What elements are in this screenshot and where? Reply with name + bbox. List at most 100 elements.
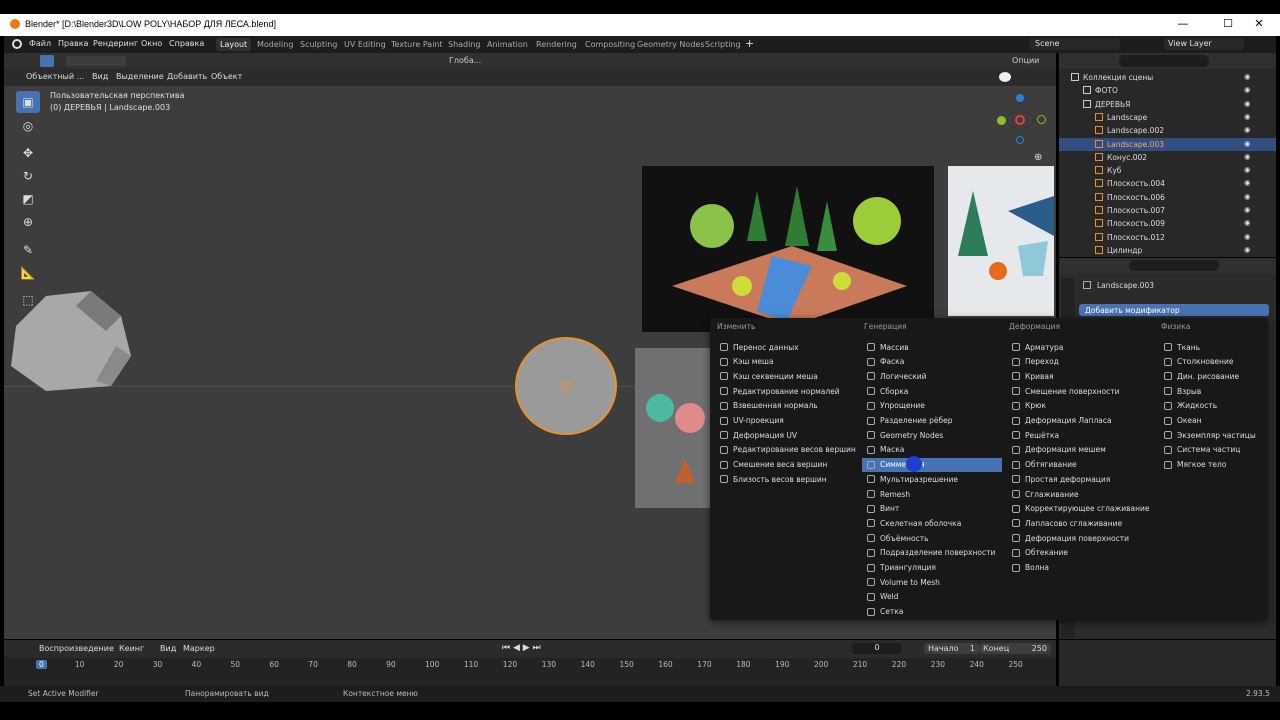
tab-layout[interactable]: Layout (216, 38, 252, 51)
modifier-menu-item[interactable]: Кэш секвенции меша (715, 369, 855, 383)
visibility-eye-icon[interactable]: ◉ (1244, 139, 1251, 148)
tab-sculpting[interactable]: Sculpting (296, 38, 341, 51)
visibility-eye-icon[interactable]: ◉ (1244, 85, 1251, 94)
select-tool-icon[interactable]: ▣ (16, 91, 40, 113)
view-layer-selector[interactable]: View Layer (1168, 39, 1212, 48)
modifier-menu-item[interactable]: Geometry Nodes (862, 428, 1002, 442)
selected-rock-mesh[interactable] (512, 334, 620, 438)
gizmo-y-icon[interactable] (997, 116, 1006, 125)
modifier-menu-item[interactable]: Симметрия (862, 457, 1002, 472)
modifier-menu-item[interactable]: Редактирование весов вершин (715, 443, 856, 457)
minimize-button[interactable]: — (1168, 17, 1198, 30)
visibility-eye-icon[interactable]: ◉ (1244, 165, 1251, 174)
scale-tool-icon[interactable]: ◩ (16, 188, 40, 210)
modifier-menu-item[interactable]: Ткань (1159, 340, 1280, 354)
outliner-item[interactable]: Landscape.003 ◉ (1059, 137, 1276, 151)
menu-file[interactable]: Файл (29, 39, 51, 48)
outliner-item[interactable]: Плоскость.007 ◉ (1059, 204, 1276, 217)
modifier-menu-item[interactable]: Смещение поверхности (1007, 384, 1147, 398)
modifier-menu-item[interactable]: Remesh (862, 487, 1002, 501)
start-frame-field[interactable]: Начало 1 (924, 643, 979, 654)
modifier-menu-item[interactable]: Близость весов вершин (715, 472, 855, 486)
tab-texture-paint[interactable]: Texture Paint (387, 38, 447, 51)
modifier-menu-item[interactable]: Триангуляция (862, 561, 1002, 575)
modifier-menu-item[interactable]: Редактирование нормалей (715, 384, 855, 398)
modifier-menu-item[interactable]: Деформация Лапласа (1007, 414, 1147, 428)
modifier-menu-item[interactable]: Решётка (1007, 428, 1147, 442)
gizmo-neg-y-icon[interactable] (1037, 115, 1046, 124)
modifier-menu-item[interactable]: Обтягивание (1007, 458, 1147, 472)
playback-controls[interactable]: ⏮ ◀ ▶ ⏭ (502, 643, 541, 653)
modifier-menu-item[interactable]: Простая деформация (1007, 472, 1147, 486)
menu-render[interactable]: Рендеринг (93, 39, 138, 48)
tab-geometry-nodes[interactable]: Geometry Nodes (633, 38, 708, 51)
visibility-eye-icon[interactable]: ◉ (1244, 218, 1251, 227)
solid-shading-icon[interactable] (999, 72, 1011, 82)
timeline-view-menu[interactable]: Вид (160, 644, 176, 653)
outliner-item[interactable]: ДЕРЕВЬЯ ◉ (1059, 98, 1276, 111)
modifier-menu-item[interactable]: Сетка (862, 605, 1002, 619)
modifier-menu-item[interactable]: Лапласово сглаживание (1007, 516, 1147, 530)
outliner-item[interactable]: Плоскость.012 ◉ (1059, 231, 1276, 244)
modifier-menu-item[interactable]: Винт (862, 502, 1002, 516)
tab-shading[interactable]: Shading (444, 38, 485, 51)
close-button[interactable]: ✕ (1244, 17, 1274, 30)
modifier-menu-item[interactable]: Объёмность (862, 531, 1002, 545)
outliner-item[interactable]: Цилиндр ◉ (1059, 244, 1276, 257)
gizmo-neg-z-icon[interactable] (1016, 136, 1024, 144)
outliner-search-input[interactable] (1119, 55, 1209, 67)
modifier-menu-item[interactable]: Массив (862, 340, 1002, 354)
modifier-menu-item[interactable]: Мультиразрешение (862, 472, 1002, 486)
outliner-item[interactable]: ФОТО ◉ (1059, 84, 1276, 97)
tab-compositing[interactable]: Compositing (581, 38, 639, 51)
maximize-button[interactable]: ☐ (1213, 17, 1243, 30)
keying-dropdown[interactable]: Кеинг (119, 644, 144, 653)
outliner-item[interactable]: Куб ◉ (1059, 164, 1276, 177)
outliner-item[interactable]: Плоскость.004 ◉ (1059, 177, 1276, 190)
menu-help[interactable]: Справка (169, 39, 204, 48)
modifier-menu-item[interactable]: Океан (1159, 414, 1280, 428)
modifier-menu-item[interactable]: Фаска (862, 355, 1002, 369)
visibility-eye-icon[interactable]: ◉ (1244, 192, 1251, 201)
modifier-menu-item[interactable]: Волна (1007, 561, 1147, 575)
tab-rendering[interactable]: Rendering (532, 38, 581, 51)
modifier-menu-item[interactable]: Упрощение (862, 399, 1002, 413)
blender-menu-icon[interactable] (12, 39, 22, 49)
add-workspace-icon[interactable]: + (745, 37, 754, 50)
add-modifier-button[interactable]: Добавить модификатор (1079, 304, 1269, 316)
modifier-menu-item[interactable]: Weld (862, 590, 1002, 604)
outliner-item[interactable]: Landscape.002 ◉ (1059, 124, 1276, 137)
outliner-item[interactable]: Плоскость.009 ◉ (1059, 217, 1276, 230)
transform-orientation[interactable]: Глоба... (449, 56, 481, 65)
modifier-menu-item[interactable]: Экземпляр частицы (1159, 428, 1280, 442)
reference-image-forest[interactable] (642, 166, 934, 332)
visibility-eye-icon[interactable]: ◉ (1244, 178, 1251, 187)
visibility-eye-icon[interactable]: ◉ (1244, 125, 1251, 134)
modifier-menu-item[interactable]: Жидкость (1159, 399, 1280, 413)
modifier-menu-item[interactable]: Перенос данных (715, 340, 855, 354)
menu-select[interactable]: Выделение (116, 72, 164, 81)
modifier-menu-item[interactable]: Volume to Mesh (862, 575, 1002, 589)
end-frame-field[interactable]: Конец 250 (979, 643, 1051, 654)
visibility-eye-icon[interactable]: ◉ (1244, 232, 1251, 241)
options-dropdown[interactable]: Опции (1012, 56, 1039, 65)
outliner-item[interactable]: Конус.002 ◉ (1059, 151, 1276, 164)
modifier-menu-item[interactable]: Крюк (1007, 399, 1147, 413)
menu-edit[interactable]: Правка (58, 39, 88, 48)
outliner-item[interactable]: Landscape ◉ (1059, 111, 1276, 124)
modifier-menu-item[interactable]: Система частиц (1159, 443, 1280, 457)
modifier-menu-item[interactable]: Логический (862, 369, 1002, 383)
modifier-menu-item[interactable]: Подразделение поверхности (862, 546, 1002, 560)
mode-dropdown[interactable]: Объектный ... (26, 72, 84, 81)
modifier-menu-item[interactable]: Маска (862, 443, 1002, 457)
measure-tool-icon[interactable]: 📐 (16, 262, 40, 284)
rock-mesh[interactable] (6, 286, 136, 396)
modifier-menu-item[interactable]: Деформация мешем (1007, 443, 1147, 457)
annotate-tool-icon[interactable]: ✎ (16, 239, 40, 261)
modifier-menu-item[interactable]: Дин. рисование (1159, 369, 1280, 383)
modifier-menu-item[interactable]: Разделение рёбер (862, 414, 1002, 428)
modifier-menu-item[interactable]: Взрыв (1159, 384, 1280, 398)
visibility-eye-icon[interactable]: ◉ (1244, 72, 1251, 81)
visibility-eye-icon[interactable]: ◉ (1244, 112, 1251, 121)
zoom-icon[interactable]: ⊕ (1034, 152, 1042, 163)
